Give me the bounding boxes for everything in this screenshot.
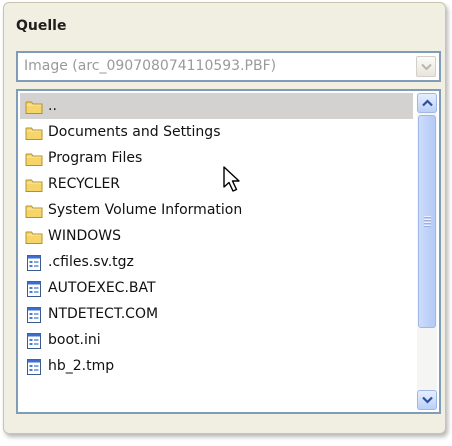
list-item[interactable]: RECYCLER (20, 171, 413, 197)
list-item[interactable]: .cfiles.sv.tgz (20, 249, 413, 275)
folder-icon (25, 176, 43, 192)
folder-icon (25, 228, 43, 244)
folder-icon (25, 202, 43, 218)
folder-icon (25, 98, 43, 114)
list-item[interactable]: System Volume Information (20, 197, 413, 223)
list-item[interactable]: boot.ini (20, 327, 413, 353)
file-icon (25, 306, 43, 323)
list-item-label: .cfiles.sv.tgz (48, 254, 134, 270)
list-item[interactable]: NTDETECT.COM (20, 301, 413, 327)
list-item-label: System Volume Information (48, 202, 243, 218)
list-item-label: NTDETECT.COM (48, 306, 159, 322)
dropdown-button[interactable] (416, 56, 436, 77)
file-icon (25, 332, 43, 349)
list-item[interactable]: WINDOWS (20, 223, 413, 249)
list-item-label: .. (48, 98, 57, 114)
chevron-down-icon (422, 396, 433, 404)
list-item[interactable]: Program Files (20, 145, 413, 171)
file-icon (25, 254, 43, 271)
scroll-thumb[interactable] (418, 115, 436, 328)
file-icon (25, 358, 43, 375)
chevron-up-icon (422, 99, 433, 107)
source-panel: Quelle Image (arc_090708074110593.PBF) .… (3, 2, 446, 434)
folder-icon (25, 150, 43, 166)
scroll-up-button[interactable] (417, 93, 437, 113)
file-list: .. Documents and Settings Program Files REC… (20, 93, 413, 379)
file-listbox[interactable]: .. Documents and Settings Program Files REC… (16, 89, 441, 414)
chevron-down-icon (421, 63, 432, 71)
source-select-value: Image (arc_090708074110593.PBF) (24, 58, 277, 74)
list-item-label: WINDOWS (48, 228, 121, 244)
list-item-label: hb_2.tmp (48, 358, 115, 374)
list-item[interactable]: hb_2.tmp (20, 353, 413, 379)
list-item[interactable]: AUTOEXEC.BAT (20, 275, 413, 301)
list-item-label: Documents and Settings (48, 124, 221, 140)
list-item-label: AUTOEXEC.BAT (48, 280, 156, 296)
mouse-cursor-icon (223, 166, 240, 192)
source-select[interactable]: Image (arc_090708074110593.PBF) (16, 51, 441, 82)
file-icon (25, 280, 43, 297)
vertical-scrollbar[interactable] (417, 93, 437, 410)
folder-icon (25, 124, 43, 140)
list-item-label: boot.ini (48, 332, 101, 348)
group-title: Quelle (16, 18, 67, 34)
scroll-grip-icon (424, 216, 431, 227)
list-item[interactable]: .. (20, 93, 413, 119)
list-item-label: Program Files (48, 150, 143, 166)
list-item[interactable]: Documents and Settings (20, 119, 413, 145)
list-item-label: RECYCLER (48, 176, 121, 192)
scroll-down-button[interactable] (417, 390, 437, 410)
